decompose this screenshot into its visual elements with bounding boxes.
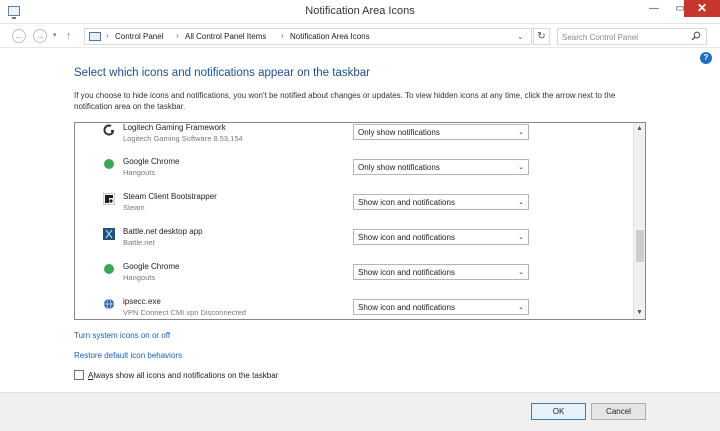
search-box[interactable] [557, 28, 707, 45]
scroll-up-arrow-icon[interactable]: ▲ [636, 125, 643, 132]
hangouts-icon [104, 159, 114, 169]
chevron-down-icon[interactable]: ⌄ [518, 303, 524, 311]
behavior-dropdown-value: Show icon and notifications [358, 233, 455, 242]
breadcrumb-control-panel[interactable]: Control Panel [115, 32, 163, 41]
list-item: Logitech Gaming Framework Logitech Gamin… [75, 123, 633, 154]
list-item-description: Hangouts [123, 168, 156, 177]
restore-defaults-link[interactable]: Restore default icon behaviors [74, 351, 182, 360]
breadcrumb-separator[interactable]: › [106, 31, 109, 40]
always-show-checkbox[interactable] [74, 370, 84, 380]
list-item: ipsecc.exe VPN Connect CMI.vpn Disconnec… [75, 294, 633, 319]
cancel-button[interactable]: Cancel [591, 403, 646, 420]
page-description: If you choose to hide icons and notifica… [74, 91, 616, 111]
breadcrumb-separator[interactable]: › [281, 31, 284, 40]
list-item-description: VPN Connect CMI.vpn Disconnected [123, 308, 246, 317]
breadcrumb-notification-area-icons[interactable]: Notification Area Icons [290, 32, 370, 41]
vpn-globe-icon [104, 298, 114, 310]
ok-button[interactable]: OK [531, 403, 586, 420]
behavior-dropdown-value: Show icon and notifications [358, 268, 455, 277]
behavior-dropdown-value: Only show notifications [358, 163, 440, 172]
list-item: Steam Client Bootstrapper Steam Show ico… [75, 189, 633, 224]
close-button[interactable]: ✕ [684, 0, 720, 17]
breadcrumb-separator[interactable]: › [176, 31, 179, 40]
behavior-dropdown[interactable]: Only show notifications ⌄ [353, 124, 529, 140]
behavior-dropdown-value: Only show notifications [358, 128, 440, 137]
help-icon[interactable]: ? [700, 52, 712, 64]
back-button[interactable]: ← [12, 29, 26, 43]
list-item-description: Battle.net [123, 238, 155, 247]
list-item: Battle.net desktop app Battle.net Show i… [75, 224, 633, 259]
list-item-description: Logitech Gaming Software 8.53.154 [123, 134, 243, 143]
behavior-dropdown[interactable]: Show icon and notifications ⌄ [353, 264, 529, 280]
search-input[interactable] [562, 31, 682, 43]
list-item-description: Steam [123, 203, 145, 212]
forward-button[interactable]: → [33, 29, 47, 43]
list-item-description: Hangouts [123, 273, 156, 282]
list-item-name: Google Chrome [123, 157, 180, 166]
refresh-button[interactable]: ↻ [533, 28, 550, 45]
behavior-dropdown[interactable]: Show icon and notifications ⌄ [353, 299, 529, 315]
behavior-dropdown-value: Show icon and notifications [358, 198, 455, 207]
list-item: Google Chrome Hangouts Only show notific… [75, 154, 633, 189]
chevron-down-icon[interactable]: ⌄ [518, 163, 524, 171]
hangouts-icon [104, 264, 114, 274]
up-button[interactable]: ↑ [66, 30, 72, 42]
search-icon[interactable] [691, 31, 701, 41]
address-bar: ← → ▾ ↑ › Control Panel › All Control Pa… [0, 24, 720, 48]
list-item-name: Logitech Gaming Framework [123, 123, 226, 132]
behavior-dropdown[interactable]: Only show notifications ⌄ [353, 159, 529, 175]
breadcrumb[interactable]: › Control Panel › All Control Panel Item… [84, 28, 532, 45]
list-item-name: Steam Client Bootstrapper [123, 192, 217, 201]
page-title: Select which icons and notifications app… [74, 67, 370, 79]
chevron-down-icon[interactable]: ⌄ [518, 268, 524, 276]
minimize-button[interactable]: — [641, 0, 667, 17]
title-bar: Notification Area Icons — ▭ ✕ [0, 0, 720, 24]
steam-icon [103, 193, 115, 205]
list-item-name: ipsecc.exe [123, 297, 161, 306]
always-show-label[interactable]: Always show all icons and notifications … [88, 371, 278, 380]
list-item-name: Google Chrome [123, 262, 180, 271]
turn-system-icons-link[interactable]: Turn system icons on or off [74, 331, 170, 340]
behavior-dropdown[interactable]: Show icon and notifications ⌄ [353, 229, 529, 245]
chevron-down-icon[interactable]: ⌄ [518, 233, 524, 241]
always-show-label-text: lways show all icons and notifications o… [93, 371, 279, 380]
address-dropdown[interactable]: ⌄ [517, 32, 524, 41]
list-scrollbar[interactable]: ▲ ▼ [633, 123, 645, 319]
dialog-footer: OK Cancel [0, 392, 720, 431]
list-item: Google Chrome Hangouts Show icon and not… [75, 259, 633, 294]
chevron-down-icon[interactable]: ⌄ [518, 128, 524, 136]
computer-icon [89, 32, 101, 41]
chevron-down-icon[interactable]: ⌄ [518, 198, 524, 206]
breadcrumb-all-items[interactable]: All Control Panel Items [185, 32, 266, 41]
list-item-name: Battle.net desktop app [123, 227, 203, 236]
logitech-icon [103, 124, 114, 136]
scroll-down-arrow-icon[interactable]: ▼ [636, 309, 643, 316]
window-title: Notification Area Icons [305, 5, 415, 17]
notification-icons-list[interactable]: Logitech Gaming Framework Logitech Gamin… [74, 122, 646, 320]
scroll-thumb[interactable] [636, 230, 644, 263]
behavior-dropdown[interactable]: Show icon and notifications ⌄ [353, 194, 529, 210]
battlenet-icon [103, 228, 115, 240]
behavior-dropdown-value: Show icon and notifications [358, 303, 455, 312]
recent-locations-dropdown[interactable]: ▾ [53, 31, 57, 39]
